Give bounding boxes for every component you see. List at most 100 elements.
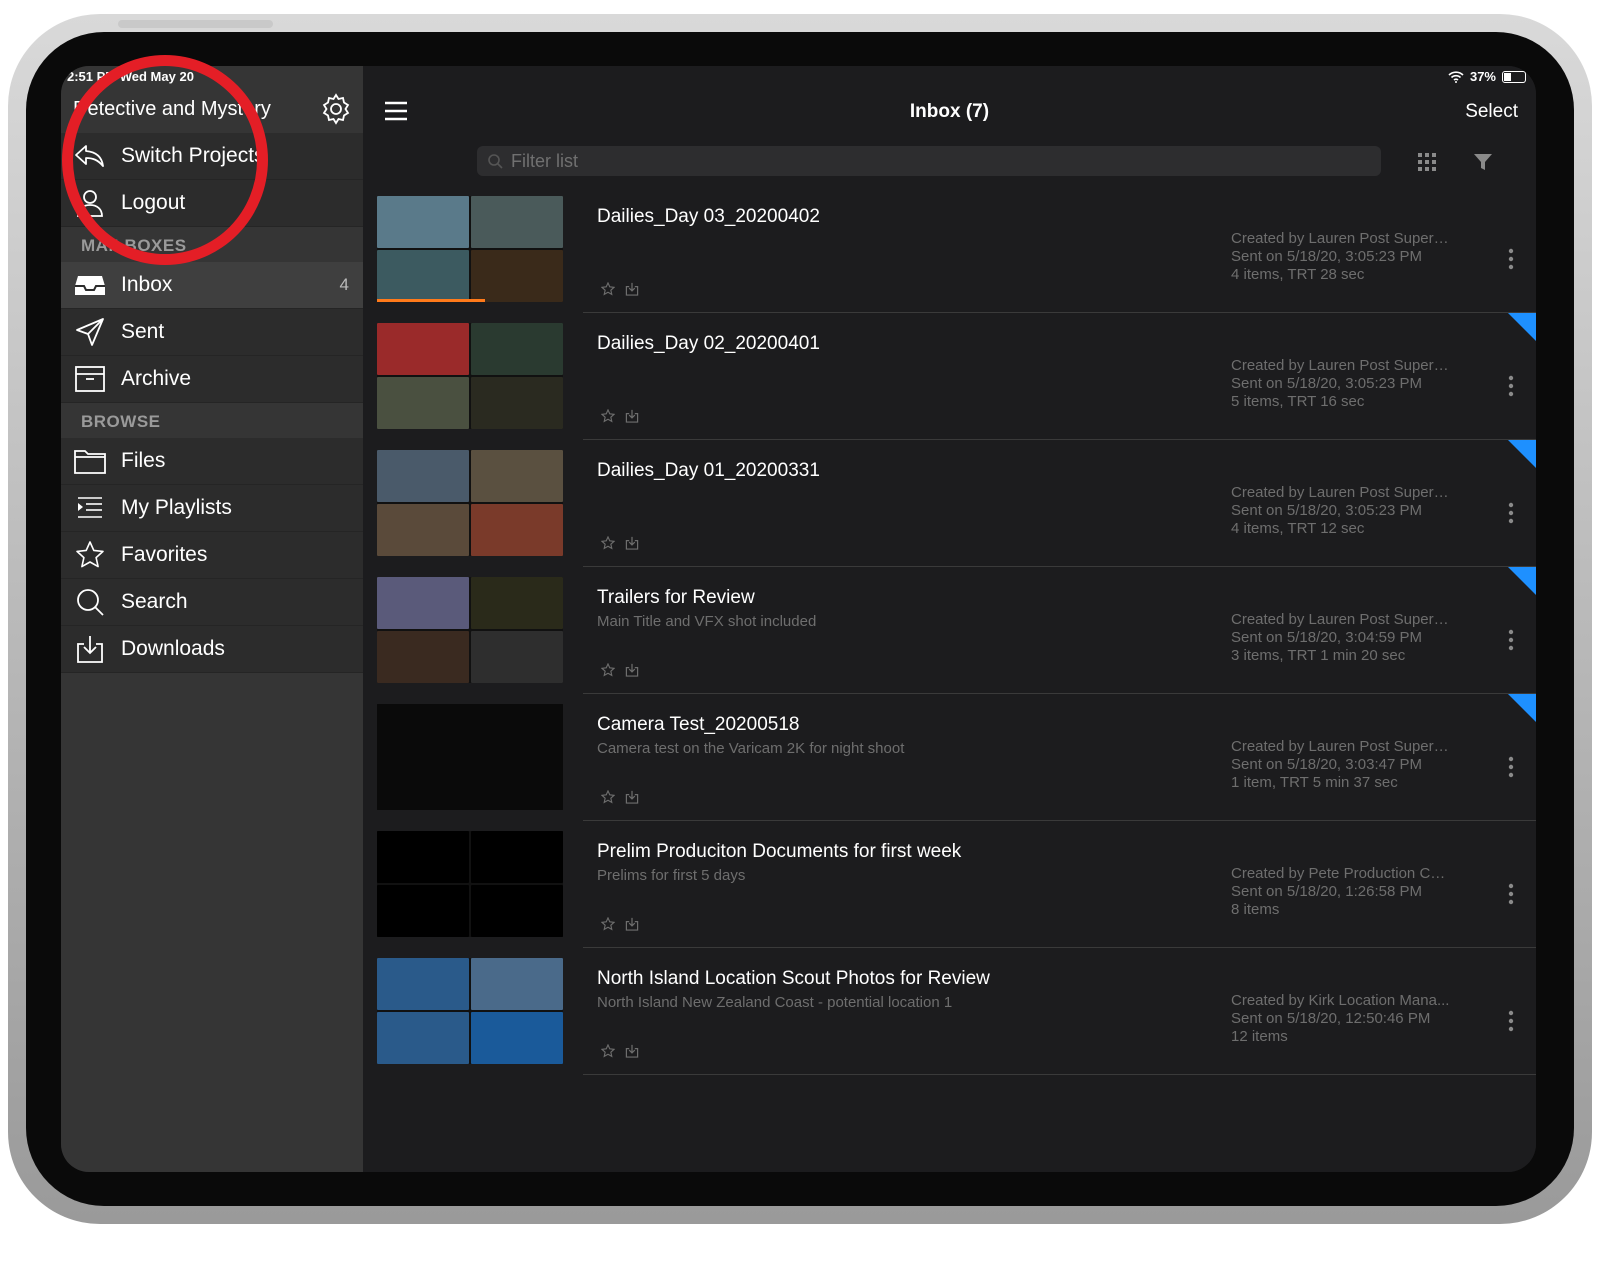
favorite-star-icon[interactable] — [601, 282, 615, 296]
item-actions — [601, 917, 639, 931]
sidebar-item-label: Search — [121, 590, 188, 613]
filter-funnel-icon[interactable] — [1473, 152, 1493, 172]
sent-on: Sent on 5/18/20, 3:05:23 PM — [1231, 502, 1422, 519]
item-name: North Island Location Scout Photos for R… — [597, 968, 990, 989]
folder-icon — [73, 444, 107, 478]
favorite-star-icon[interactable] — [601, 1044, 615, 1058]
annotation-circle — [62, 55, 268, 265]
more-options-icon[interactable] — [1508, 502, 1514, 524]
more-options-icon[interactable] — [1508, 375, 1514, 397]
list-item[interactable]: North Island Location Scout Photos for R… — [377, 948, 1536, 1075]
sent-on: Sent on 5/18/20, 1:26:58 PM — [1231, 883, 1422, 900]
sidebar-item-label: Inbox — [121, 273, 173, 296]
list-item[interactable]: Prelim Produciton Documents for first we… — [377, 821, 1536, 948]
unread-flag — [1508, 567, 1536, 595]
item-actions — [601, 790, 639, 804]
inbox-tray-icon — [73, 268, 107, 302]
select-button[interactable]: Select — [1465, 101, 1518, 123]
item-info: 4 items, TRT 28 sec — [1231, 266, 1365, 283]
item-actions — [601, 409, 639, 423]
created-by: Created by Lauren Post Superv... — [1231, 357, 1451, 374]
download-icon[interactable] — [625, 663, 639, 677]
message-list: Dailies_Day 03_20200402 Created by Laure… — [363, 186, 1536, 1075]
thumbnail[interactable] — [377, 958, 563, 1064]
thumbnail-tile — [471, 250, 563, 302]
item-meta: Created by Lauren Post Superv... Sent on… — [1231, 738, 1451, 792]
sidebar-item-favorites[interactable]: Favorites — [61, 532, 363, 579]
browse-section-title: BROWSE — [81, 412, 161, 431]
list-item[interactable]: Dailies_Day 03_20200402 Created by Laure… — [377, 186, 1536, 313]
grid-view-icon[interactable] — [1417, 152, 1437, 172]
created-by: Created by Kirk Location Mana... — [1231, 992, 1450, 1009]
favorite-star-icon[interactable] — [601, 409, 615, 423]
thumbnail-tile — [377, 196, 469, 248]
download-icon[interactable] — [625, 282, 639, 296]
filter-bar — [477, 146, 1381, 176]
sent-on: Sent on 5/18/20, 3:04:59 PM — [1231, 629, 1422, 646]
list-item[interactable]: Dailies_Day 01_20200331 Created by Laure… — [377, 440, 1536, 567]
thumbnail-tile — [471, 885, 563, 937]
item-meta: Created by Lauren Post Superv... Sent on… — [1231, 484, 1451, 538]
item-actions — [601, 536, 639, 550]
download-icon — [73, 632, 107, 666]
thumbnail-tile — [377, 704, 563, 810]
thumbnail-tile — [471, 577, 563, 629]
sidebar-item-downloads[interactable]: Downloads — [61, 626, 363, 673]
more-options-icon[interactable] — [1508, 1010, 1514, 1032]
list-item[interactable]: Camera Test_20200518 Camera test on the … — [377, 694, 1536, 821]
sidebar-item-inbox[interactable]: Inbox 4 — [61, 262, 363, 309]
thumbnail-tile — [471, 196, 563, 248]
unread-flag — [1508, 313, 1536, 341]
thumbnail[interactable] — [377, 323, 563, 429]
thumbnail-tile — [377, 323, 469, 375]
thumbnail-tile — [377, 504, 469, 556]
favorite-star-icon[interactable] — [601, 536, 615, 550]
thumbnail[interactable] — [377, 577, 563, 683]
item-info: 1 item, TRT 5 min 37 sec — [1231, 774, 1398, 791]
sidebar-item-label: Downloads — [121, 637, 225, 660]
download-icon[interactable] — [625, 1044, 639, 1058]
more-options-icon[interactable] — [1508, 756, 1514, 778]
download-icon[interactable] — [625, 536, 639, 550]
sent-on: Sent on 5/18/20, 3:05:23 PM — [1231, 375, 1422, 392]
thumbnail-tile — [471, 831, 563, 883]
gear-icon[interactable] — [319, 92, 353, 126]
list-item[interactable]: Dailies_Day 02_20200401 Created by Laure… — [377, 313, 1536, 440]
item-meta: Created by Pete Production Co... Sent on… — [1231, 865, 1451, 919]
favorite-star-icon[interactable] — [601, 790, 615, 804]
download-icon[interactable] — [625, 917, 639, 931]
download-icon[interactable] — [625, 409, 639, 423]
paper-plane-icon — [73, 315, 107, 349]
more-options-icon[interactable] — [1508, 883, 1514, 905]
item-actions — [601, 663, 639, 677]
sidebar-item-my-playlists[interactable]: My Playlists — [61, 485, 363, 532]
download-icon[interactable] — [625, 790, 639, 804]
thumbnail[interactable] — [377, 704, 563, 810]
thumbnail[interactable] — [377, 450, 563, 556]
favorite-star-icon[interactable] — [601, 663, 615, 677]
playback-progress — [377, 299, 485, 302]
thumbnail[interactable] — [377, 831, 563, 937]
more-options-icon[interactable] — [1508, 248, 1514, 270]
sent-on: Sent on 5/18/20, 12:50:46 PM — [1231, 1010, 1431, 1027]
list-item[interactable]: Trailers for Review Main Title and VFX s… — [377, 567, 1536, 694]
screen: Detective and Mystery Switch Projects Lo… — [61, 66, 1536, 1172]
item-description: North Island New Zealand Coast - potenti… — [597, 994, 953, 1011]
star-icon — [73, 538, 107, 572]
thumbnail-tile — [377, 1012, 469, 1064]
thumbnail-tile — [377, 377, 469, 429]
thumbnail-tile — [471, 1012, 563, 1064]
sidebar-item-archive[interactable]: Archive — [61, 356, 363, 403]
sidebar-item-sent[interactable]: Sent — [61, 309, 363, 356]
sidebar-item-files[interactable]: Files — [61, 438, 363, 485]
inbox-count-badge: 4 — [339, 275, 349, 294]
sidebar-item-search[interactable]: Search — [61, 579, 363, 626]
favorite-star-icon[interactable] — [601, 917, 615, 931]
item-name: Dailies_Day 01_20200331 — [597, 460, 820, 481]
filter-input[interactable] — [509, 149, 1373, 173]
thumbnail-tile — [377, 885, 469, 937]
thumbnail-tile — [377, 831, 469, 883]
more-options-icon[interactable] — [1508, 629, 1514, 651]
page-title: Inbox (7) — [909, 101, 990, 122]
thumbnail[interactable] — [377, 196, 563, 302]
